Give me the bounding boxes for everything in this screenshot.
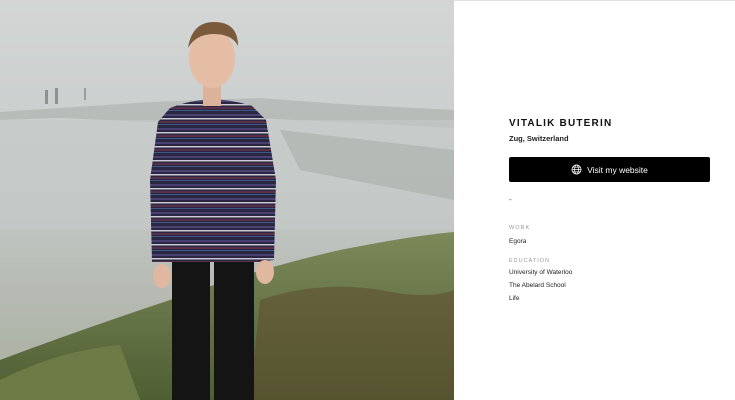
bio-placeholder: - bbox=[509, 195, 512, 204]
visit-website-button[interactable]: Visit my website bbox=[509, 157, 710, 182]
profile-photo bbox=[0, 0, 454, 400]
profile-photo-illustration bbox=[0, 0, 454, 400]
top-divider bbox=[454, 0, 735, 1]
work-item: Egora bbox=[509, 238, 527, 245]
education-item: Life bbox=[509, 295, 520, 302]
profile-panel: VITALIK BUTERIN Zug, Switzerland Visit m… bbox=[509, 118, 710, 302]
education-list: University of Waterloo The Abelard Schoo… bbox=[509, 266, 572, 305]
education-section-label: EDUCATION bbox=[509, 258, 550, 264]
visit-website-label: Visit my website bbox=[587, 164, 648, 175]
profile-location: Zug, Switzerland bbox=[509, 134, 569, 143]
education-item: The Abelard School bbox=[509, 282, 566, 289]
globe-icon bbox=[571, 164, 582, 175]
work-section-label: WORK bbox=[509, 225, 531, 231]
profile-name: VITALIK BUTERIN bbox=[509, 118, 613, 129]
education-item: University of Waterloo bbox=[509, 269, 573, 276]
